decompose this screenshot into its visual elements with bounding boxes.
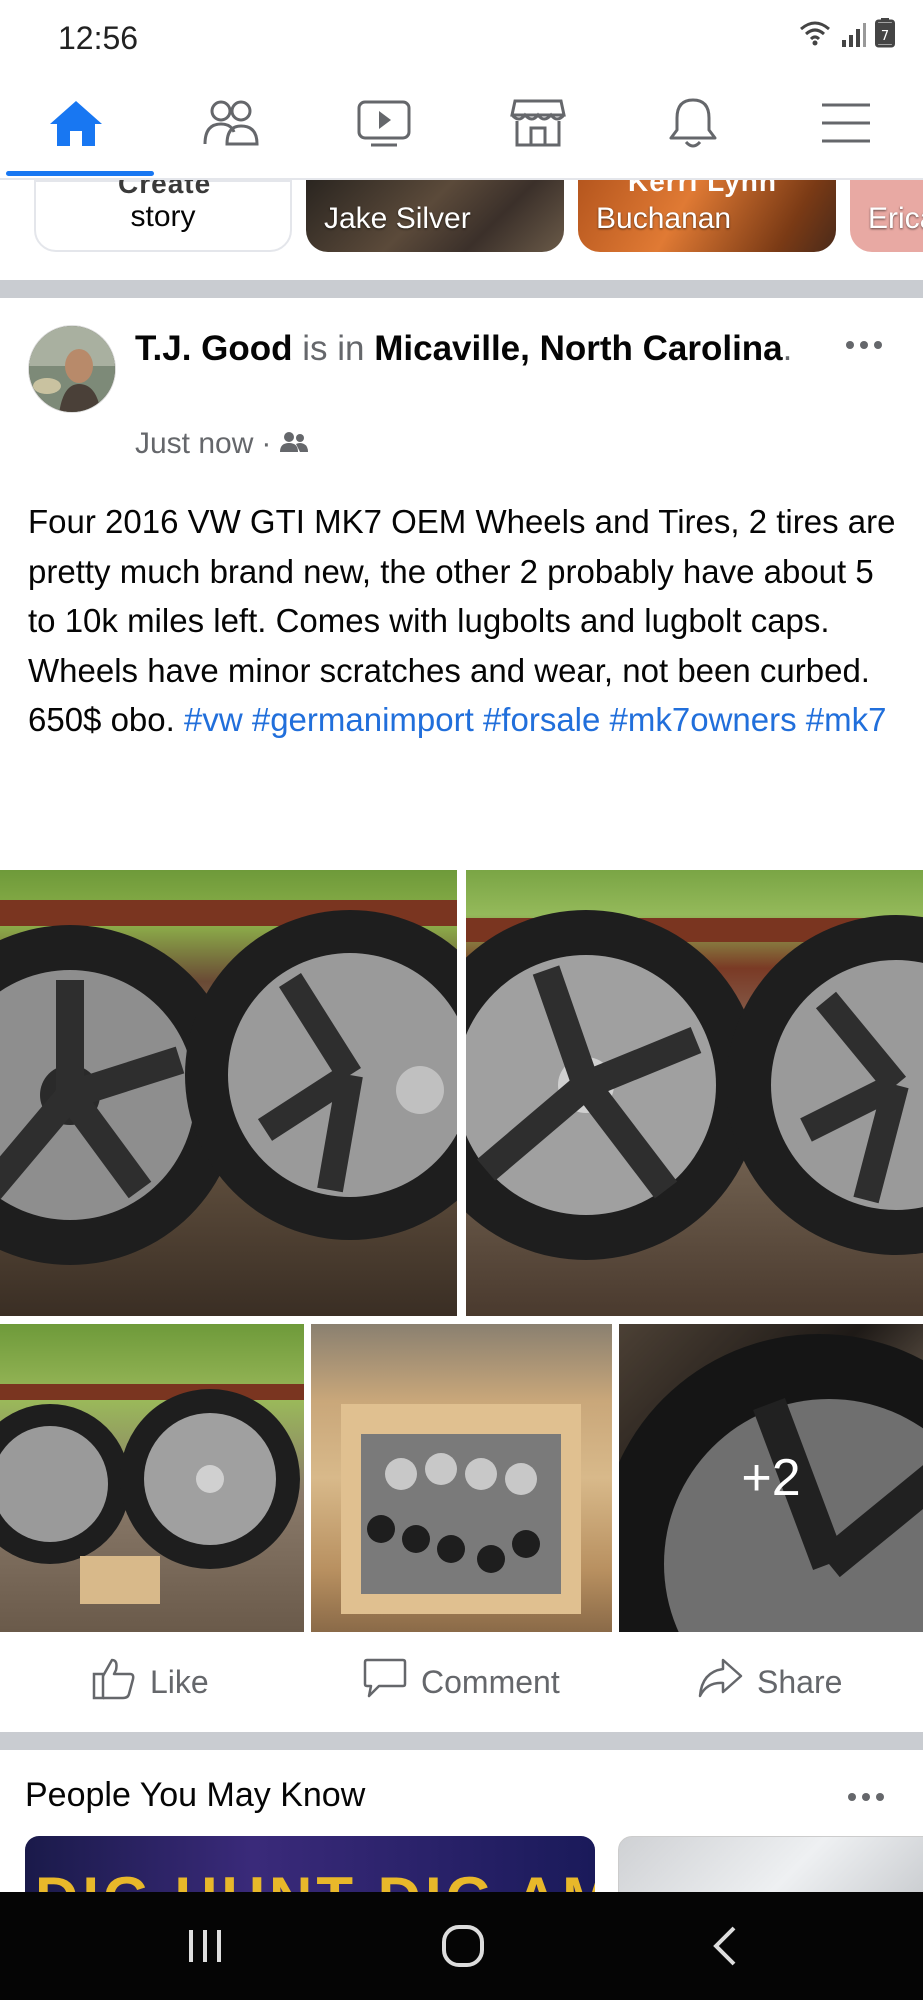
hashtag-link[interactable]: #germanimport	[252, 701, 474, 738]
post-photo-3[interactable]	[0, 1324, 304, 1632]
nav-active-indicator	[6, 171, 154, 176]
nav-marketplace[interactable]	[498, 95, 578, 155]
story-buchanan[interactable]: Kerri Lynn Buchanan	[578, 180, 836, 252]
like-button[interactable]: Like	[92, 1658, 209, 1704]
more-photos-overlay[interactable]: +2	[619, 1324, 923, 1632]
author-name[interactable]: T.J. Good	[135, 329, 293, 368]
friends-audience-icon	[279, 427, 309, 461]
title-period: .	[782, 329, 793, 368]
post-body: Four 2016 VW GTI MK7 OEM Wheels and Tire…	[28, 497, 898, 745]
meta-separator: ·	[261, 427, 272, 460]
story-create[interactable]: Create story	[34, 180, 292, 252]
wifi-icon	[797, 18, 833, 53]
signal-icon	[841, 22, 867, 53]
more-photos-count: +2	[741, 1449, 801, 1507]
post-header-title: T.J. Good is in Micaville, North Carolin…	[135, 325, 825, 372]
back-button[interactable]	[706, 1924, 746, 1973]
thumbs-up-icon	[92, 1656, 136, 1708]
menu-icon	[820, 101, 872, 150]
watch-icon	[355, 98, 413, 153]
android-nav-bar	[0, 1892, 923, 2000]
post-actions-bar: Like Comment Share	[0, 1632, 923, 1732]
comment-label: Comment	[421, 1663, 560, 1700]
hashtag-link[interactable]: #forsale	[483, 701, 600, 738]
home-icon	[47, 98, 105, 153]
pymk-title: People You May Know	[25, 1776, 366, 1814]
friends-icon	[201, 98, 261, 153]
post-timestamp[interactable]: Just now	[135, 427, 253, 461]
story-label: Jake Silver	[324, 202, 471, 235]
comment-button[interactable]: Comment	[363, 1658, 560, 1704]
nav-menu[interactable]	[806, 95, 886, 155]
home-button[interactable]	[441, 1924, 485, 1973]
story-label: Erica	[868, 202, 923, 235]
bell-icon	[667, 96, 719, 155]
hashtag-link[interactable]: #vw	[184, 701, 243, 738]
status-time: 12:56	[58, 20, 139, 56]
share-button[interactable]: Share	[697, 1658, 843, 1704]
post-meta: Just now ·	[135, 427, 309, 461]
hashtag-link[interactable]: #mk7owners	[610, 701, 797, 738]
is-in-text: is in	[302, 329, 365, 368]
main-nav-bar	[0, 75, 923, 180]
story-jake-silver[interactable]: Jake Silver	[306, 180, 564, 252]
post-photo-5[interactable]: +2	[619, 1324, 923, 1632]
story-label: Buchanan	[596, 202, 732, 235]
battery-icon: 7	[875, 18, 895, 53]
hashtag-link[interactable]: #mk7	[806, 701, 887, 738]
recent-apps-button[interactable]	[185, 1926, 225, 1971]
nav-watch[interactable]	[344, 95, 424, 155]
story-buchanan-cut-label: Kerri Lynn	[628, 180, 777, 197]
status-icons: 7	[797, 18, 895, 53]
like-label: Like	[150, 1663, 209, 1700]
stories-strip: Create story Jake Silver Kerri Lynn Buch…	[0, 180, 923, 280]
story-create-cut-label: Create	[118, 180, 212, 199]
post-photo-2[interactable]	[466, 870, 923, 1316]
story-create-label: story	[130, 200, 196, 233]
post-photo-4[interactable]	[311, 1324, 612, 1632]
post-more-options-button[interactable]	[845, 328, 883, 350]
status-bar: 12:56 7	[0, 0, 923, 75]
author-avatar[interactable]	[28, 325, 116, 413]
post-photo-1[interactable]	[0, 870, 457, 1316]
battery-level: 7	[881, 29, 889, 44]
comment-icon	[363, 1656, 407, 1708]
nav-notifications[interactable]	[653, 95, 733, 155]
story-erica[interactable]: Erica	[850, 180, 923, 252]
nav-friends[interactable]	[191, 95, 271, 155]
share-label: Share	[757, 1663, 843, 1700]
nav-home[interactable]	[36, 95, 116, 155]
section-divider	[0, 280, 923, 298]
share-icon	[697, 1656, 743, 1708]
pymk-more-options-button[interactable]	[847, 1780, 885, 1802]
post-location[interactable]: Micaville, North Carolina	[374, 329, 782, 368]
marketplace-icon	[509, 97, 567, 154]
section-divider	[0, 1732, 923, 1750]
